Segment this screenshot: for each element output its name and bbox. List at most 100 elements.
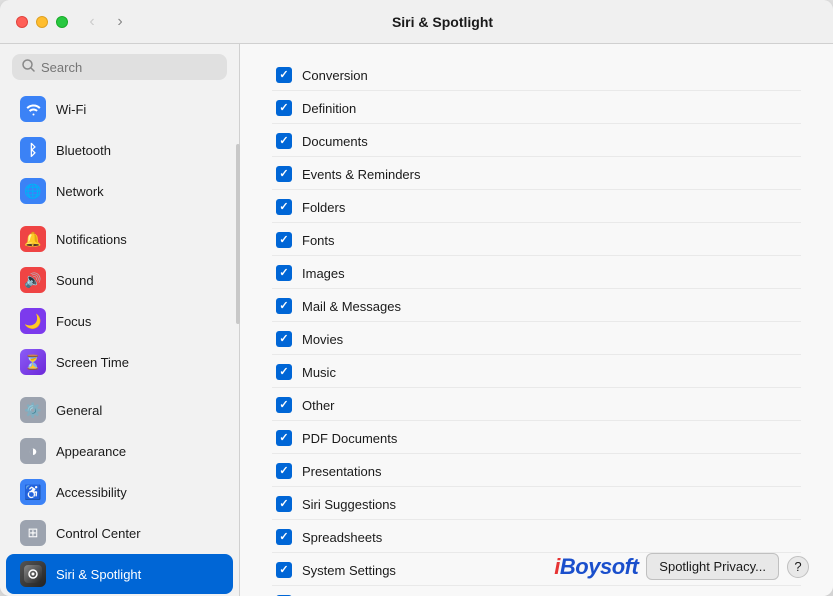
checkbox-item[interactable]: ✓Other xyxy=(272,390,801,421)
system-preferences-window: ‹ › Siri & Spotlight xyxy=(0,0,833,596)
focus-icon: 🌙 xyxy=(20,308,46,334)
checkbox-check: ✓ xyxy=(279,301,288,312)
checkbox-item[interactable]: ✓Conversion xyxy=(272,60,801,91)
checkbox-item[interactable]: ✓ Spreadsheets xyxy=(272,522,801,553)
checkbox-item[interactable]: ✓ Events & Reminders xyxy=(272,159,801,190)
sound-icon: 🔊 xyxy=(20,267,46,293)
checkbox[interactable]: ✓ xyxy=(276,463,292,479)
sidebar-item-bluetooth[interactable]: ᛒ Bluetooth xyxy=(6,130,233,170)
appearance-icon: ◑ xyxy=(20,438,46,464)
title-bar: ‹ › Siri & Spotlight xyxy=(0,0,833,44)
checkbox-label: Fonts xyxy=(302,233,335,248)
sidebar-label-general: General xyxy=(56,403,102,418)
checkbox-label: Images xyxy=(302,266,345,281)
checkbox-item[interactable]: ✓ Fonts xyxy=(272,225,801,256)
sidebar-item-siri[interactable]: Siri & Spotlight xyxy=(6,554,233,594)
minimize-button[interactable] xyxy=(36,16,48,28)
checkbox-check: ✓ xyxy=(279,268,288,279)
checkbox-label: Presentations xyxy=(302,464,382,479)
checkbox[interactable]: ✓ xyxy=(276,562,292,578)
sidebar-list: Wi-Fi ᛒ Bluetooth 🌐 Network 🔔 Notif xyxy=(0,88,239,596)
checkbox-item[interactable]: ✓ Mail & Messages xyxy=(272,291,801,322)
sidebar-item-controlcenter[interactable]: ⊞ Control Center xyxy=(6,513,233,553)
checkbox[interactable]: ✓ xyxy=(276,496,292,512)
window-title: Siri & Spotlight xyxy=(68,14,817,30)
checkbox-check: ✓ xyxy=(279,499,288,510)
checkbox-item[interactable]: ✓ Presentations xyxy=(272,456,801,487)
help-button[interactable]: ? xyxy=(787,556,809,578)
checkbox-label: Music xyxy=(302,365,336,380)
checkbox[interactable]: ✓ xyxy=(276,529,292,545)
sidebar-label-network: Network xyxy=(56,184,104,199)
checkbox[interactable]: ✓ xyxy=(276,67,292,83)
notifications-icon: 🔔 xyxy=(20,226,46,252)
checkbox-item[interactable]: ✓Movies xyxy=(272,324,801,355)
checkbox-label: Documents xyxy=(302,134,368,149)
sidebar-label-screentime: Screen Time xyxy=(56,355,129,370)
sidebar-item-network[interactable]: 🌐 Network xyxy=(6,171,233,211)
sidebar-label-notifications: Notifications xyxy=(56,232,127,247)
sidebar-item-sound[interactable]: 🔊 Sound xyxy=(6,260,233,300)
sidebar-label-controlcenter: Control Center xyxy=(56,526,141,541)
checkbox[interactable]: ✓ xyxy=(276,364,292,380)
sidebar-item-screentime[interactable]: ⏳ Screen Time xyxy=(6,342,233,382)
search-container xyxy=(0,44,239,88)
sidebar-label-focus: Focus xyxy=(56,314,91,329)
checkbox[interactable]: ✓ xyxy=(276,166,292,182)
sidebar-item-general[interactable]: ⚙️ General xyxy=(6,390,233,430)
content-area: ✓Conversion✓Definition✓Documents✓Events … xyxy=(240,44,833,596)
checkbox[interactable]: ✓ xyxy=(276,430,292,446)
checkbox[interactable]: ✓ xyxy=(276,232,292,248)
checkbox-check: ✓ xyxy=(279,565,288,576)
traffic-lights xyxy=(16,16,68,28)
screentime-icon: ⏳ xyxy=(20,349,46,375)
checkbox[interactable]: ✓ xyxy=(276,100,292,116)
close-button[interactable] xyxy=(16,16,28,28)
checkbox-check: ✓ xyxy=(279,334,288,345)
search-box[interactable] xyxy=(12,54,227,80)
spotlight-privacy-button[interactable]: Spotlight Privacy... xyxy=(646,553,779,580)
checkbox-item[interactable]: ✓Siri Suggestions xyxy=(272,489,801,520)
maximize-button[interactable] xyxy=(56,16,68,28)
checkbox-item[interactable]: ✓ Documents xyxy=(272,126,801,157)
checkbox-check: ✓ xyxy=(279,532,288,543)
sidebar-label-appearance: Appearance xyxy=(56,444,126,459)
checkbox[interactable]: ✓ xyxy=(276,265,292,281)
checkbox-item[interactable]: ✓PDF Documents xyxy=(272,423,801,454)
checkbox-check: ✓ xyxy=(279,136,288,147)
sidebar-item-notifications[interactable]: 🔔 Notifications xyxy=(6,219,233,259)
checkbox[interactable]: ✓ xyxy=(276,331,292,347)
checkbox-label: Folders xyxy=(302,200,345,215)
sidebar-scrollbar[interactable] xyxy=(236,144,240,324)
search-input[interactable] xyxy=(41,60,217,75)
checkbox-check: ✓ xyxy=(279,70,288,81)
checkbox-check: ✓ xyxy=(279,235,288,246)
checkbox[interactable]: ✓ xyxy=(276,397,292,413)
checkbox-check: ✓ xyxy=(279,169,288,180)
sidebar-item-wifi[interactable]: Wi-Fi xyxy=(6,89,233,129)
checkbox[interactable]: ✓ xyxy=(276,199,292,215)
siri-icon xyxy=(20,561,46,587)
checkbox-item[interactable]: ✓ Definition xyxy=(272,93,801,124)
sidebar-item-focus[interactable]: 🌙 Focus xyxy=(6,301,233,341)
checkbox-label: Definition xyxy=(302,101,356,116)
sidebar-label-siri: Siri & Spotlight xyxy=(56,567,141,582)
checkbox-check: ✓ xyxy=(279,103,288,114)
checkbox[interactable]: ✓ xyxy=(276,133,292,149)
sidebar-item-accessibility[interactable]: ♿ Accessibility xyxy=(6,472,233,512)
checkbox-item[interactable]: ✓ Images xyxy=(272,258,801,289)
checkbox-item[interactable]: ✓ Music xyxy=(272,357,801,388)
general-icon: ⚙️ xyxy=(20,397,46,423)
checkbox-item[interactable]: ✓Tips xyxy=(272,588,801,596)
accessibility-icon: ♿ xyxy=(20,479,46,505)
checkbox-label: Mail & Messages xyxy=(302,299,401,314)
checkbox[interactable]: ✓ xyxy=(276,298,292,314)
sidebar-label-sound: Sound xyxy=(56,273,94,288)
logo-text: Boysoft xyxy=(560,554,638,579)
search-icon xyxy=(22,59,35,75)
sidebar-item-appearance[interactable]: ◑ Appearance xyxy=(6,431,233,471)
checkbox-label: Events & Reminders xyxy=(302,167,421,182)
checkbox-label: Spreadsheets xyxy=(302,530,382,545)
checkbox-item[interactable]: ✓ Folders xyxy=(272,192,801,223)
checkbox-check: ✓ xyxy=(279,202,288,213)
